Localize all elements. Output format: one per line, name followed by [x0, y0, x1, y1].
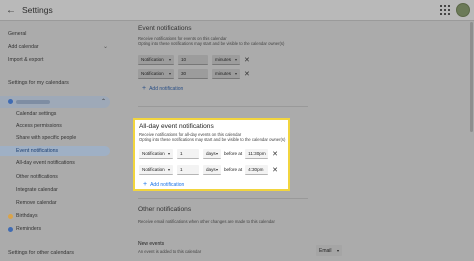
sidebar-item-calendar-settings[interactable]: Calendar settings [16, 111, 56, 117]
sidebar-item-reminders[interactable]: Reminders [16, 226, 41, 232]
notification-amount-input[interactable]: 1 [177, 148, 199, 159]
event-notification-row: Notification ▾ 10 minutes ▾ ✕ [138, 54, 250, 65]
add-notification-label: Add notification [149, 86, 184, 92]
notification-amount-value: 30 [181, 70, 187, 76]
notification-time-value: 11:30pm [248, 150, 266, 156]
new-events-title: New events [138, 241, 165, 247]
notification-amount-value: 10 [181, 56, 187, 62]
notification-amount-input[interactable]: 30 [178, 68, 208, 79]
notification-unit-select[interactable]: days ▾ [203, 164, 221, 175]
sidebar-item-other-notifications[interactable]: Other notifications [16, 174, 58, 180]
notification-type-select[interactable]: Notification ▾ [139, 148, 173, 159]
plus-icon: + [142, 85, 147, 92]
caret-down-icon: ▾ [234, 70, 237, 76]
before-at-label: before at [224, 151, 243, 156]
divider [138, 106, 308, 107]
caret-down-icon: ▾ [167, 150, 170, 156]
notification-type-select[interactable]: Notification ▾ [138, 68, 174, 79]
add-event-notification-button[interactable]: + Add notification [142, 85, 183, 92]
remove-notification-close-icon[interactable]: ✕ [244, 70, 250, 78]
top-bar: ← Settings [0, 0, 474, 21]
event-notifications-title: Event notifications [138, 25, 192, 32]
sidebar-item-import-export[interactable]: Import & export [8, 57, 43, 63]
chevron-up-icon[interactable]: ⌃ [101, 98, 106, 105]
plus-icon: + [143, 181, 148, 188]
sidebar-item-add-calendar[interactable]: Add calendar [8, 44, 39, 50]
calendar-color-dot [8, 99, 13, 104]
caret-down-icon: ▾ [215, 166, 218, 172]
apps-grid-icon[interactable] [440, 5, 450, 15]
add-allday-notification-button[interactable]: + Add notification [143, 181, 184, 188]
sidebar-item-birthdays[interactable]: Birthdays [16, 213, 38, 219]
caret-down-icon: ▾ [167, 166, 170, 172]
allday-notifications-card: All-day event notifications Receive noti… [133, 118, 290, 191]
new-events-email-select[interactable]: Email ▾ [316, 245, 342, 256]
caret-down-icon: ▾ [234, 56, 237, 62]
reminders-color-dot [8, 227, 13, 232]
notification-type-value: Notification [142, 166, 165, 172]
caret-down-icon: ▾ [168, 70, 171, 76]
notification-unit-value: days [206, 166, 216, 172]
notification-unit-select[interactable]: days ▾ [203, 148, 221, 159]
caret-down-icon: ▾ [336, 248, 339, 253]
birthdays-color-dot [8, 214, 13, 219]
page-title: Settings [22, 5, 53, 15]
notification-unit-value: minutes [215, 70, 232, 76]
sidebar-item-event-notifications[interactable]: Event notifications [0, 146, 110, 156]
notification-type-value: Notification [142, 150, 165, 156]
calendar-name-redacted [16, 100, 50, 104]
notification-unit-value: days [206, 150, 216, 156]
email-select-value: Email [319, 247, 332, 254]
remove-notification-close-icon[interactable]: ✕ [244, 56, 250, 64]
notification-amount-value: 1 [180, 150, 183, 156]
notification-type-select[interactable]: Notification ▾ [139, 164, 173, 175]
sidebar-item-general[interactable]: General [8, 31, 26, 37]
add-notification-label: Add notification [150, 182, 185, 188]
chevron-down-icon[interactable]: ⌄ [103, 43, 108, 50]
new-events-desc: An event is added to this calendar [138, 249, 202, 254]
allday-notifications-title: All-day event notifications [139, 123, 214, 130]
caret-down-icon: ▾ [215, 150, 218, 156]
topbar-actions [440, 3, 470, 17]
notification-unit-select[interactable]: minutes ▾ [212, 68, 240, 79]
event-notification-row: Notification ▾ 30 minutes ▾ ✕ [138, 68, 250, 79]
caret-down-icon: ▾ [168, 56, 171, 62]
allday-notifications-desc: Receive notifications for all-day events… [139, 132, 285, 143]
notification-type-value: Notification [141, 70, 164, 76]
notification-amount-input[interactable]: 1 [177, 164, 199, 175]
remove-notification-close-icon[interactable]: ✕ [272, 166, 278, 174]
sidebar-item-access-permissions[interactable]: Access permissions [16, 123, 62, 129]
sidebar-item-allday-notifications[interactable]: All-day event notifications [16, 160, 75, 166]
sidebar-item-label: Event notifications [16, 148, 59, 154]
avatar[interactable] [456, 3, 470, 17]
event-notifications-desc: Receive notifications for events on this… [138, 36, 284, 47]
sidebar-heading-other-calendars: Settings for other calendars [8, 250, 74, 256]
sidebar-item-remove-calendar[interactable]: Remove calendar [16, 200, 57, 206]
notification-unit-value: minutes [215, 56, 232, 62]
divider [138, 198, 308, 199]
notification-unit-select[interactable]: minutes ▾ [212, 54, 240, 65]
sidebar-item-share[interactable]: Share with specific people [16, 135, 76, 141]
sidebar: General Add calendar ⌄ Import & export S… [0, 22, 112, 261]
sidebar-heading-my-calendars: Settings for my calendars [8, 80, 69, 86]
notification-time-value: 4:30pm [248, 166, 264, 172]
notification-amount-value: 1 [180, 166, 183, 172]
scrollbar[interactable] [470, 22, 473, 132]
before-at-label: before at [224, 167, 243, 172]
allday-notification-row: Notification ▾ 1 days ▾ before at 4:30pm ✕ [139, 164, 278, 175]
other-notifications-title: Other notifications [138, 206, 192, 213]
allday-notification-row: Notification ▾ 1 days ▾ before at 11:30pm … [139, 148, 278, 159]
other-notifications-desc: Receive email notifications when other c… [138, 219, 275, 224]
notification-type-value: Notification [141, 56, 164, 62]
sidebar-item-my-calendar[interactable]: ⌃ [0, 96, 110, 108]
notification-amount-input[interactable]: 10 [178, 54, 208, 65]
notification-type-select[interactable]: Notification ▾ [138, 54, 174, 65]
event-notifications-desc-line2: Opting into these notifications may star… [138, 41, 285, 47]
notification-time-input[interactable]: 4:30pm [245, 164, 269, 175]
allday-notifications-desc-line2: Opting into these notifications may star… [139, 137, 286, 143]
notification-time-input[interactable]: 11:30pm [245, 148, 269, 159]
remove-notification-close-icon[interactable]: ✕ [272, 150, 278, 158]
sidebar-item-integrate-calendar[interactable]: Integrate calendar [16, 187, 58, 193]
back-arrow-icon[interactable]: ← [6, 5, 20, 16]
